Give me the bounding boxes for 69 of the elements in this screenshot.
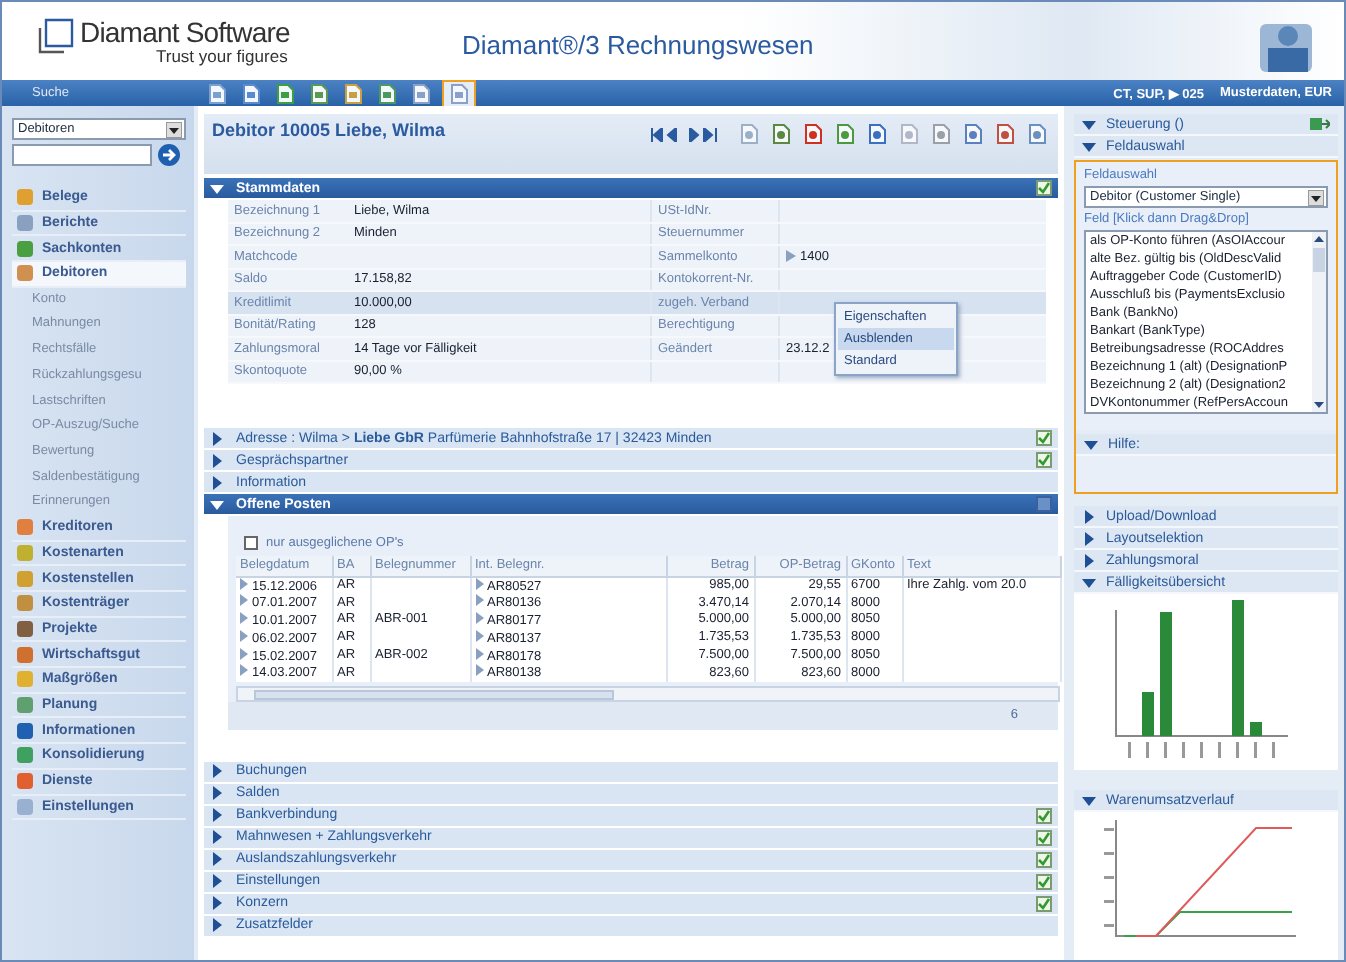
tile-icon [16, 772, 34, 791]
check-icon[interactable] [1036, 430, 1052, 446]
tile-icon [16, 264, 34, 283]
page-icon[interactable] [800, 122, 826, 146]
page-icon[interactable] [992, 122, 1018, 146]
tile-icon [16, 645, 34, 664]
collapse-icon[interactable] [1084, 437, 1098, 451]
page-icon[interactable] [374, 81, 400, 105]
collapse-icon[interactable] [1082, 793, 1096, 807]
slogan: Trust your figures [156, 47, 290, 65]
page-icon[interactable] [442, 79, 476, 107]
check-icon[interactable] [1036, 851, 1052, 868]
tile-icon [16, 670, 34, 689]
company-name: Diamant Software [80, 17, 290, 47]
expand-icon[interactable] [210, 808, 224, 823]
tile-icon [16, 214, 34, 233]
check-icon[interactable] [1036, 895, 1052, 912]
page-icon[interactable] [204, 81, 230, 105]
go-icon[interactable] [158, 144, 180, 166]
tile-icon [16, 746, 34, 765]
page-icon[interactable] [306, 81, 332, 105]
expand-icon[interactable] [1082, 509, 1096, 523]
page-icon[interactable] [768, 122, 794, 146]
check-icon[interactable] [1036, 807, 1052, 824]
page-icon[interactable] [340, 81, 366, 105]
expand-icon[interactable] [210, 918, 224, 933]
tile-icon [16, 797, 34, 816]
page-icon[interactable] [408, 81, 434, 105]
page-icon[interactable] [960, 122, 986, 146]
search-field[interactable] [12, 144, 152, 166]
field-list[interactable] [1084, 230, 1328, 414]
record-navigation-icon[interactable] [650, 127, 718, 141]
page-icon[interactable] [832, 122, 858, 146]
checkbox[interactable] [244, 535, 258, 549]
logo-icon [38, 17, 74, 53]
dropdown-icon[interactable] [1308, 189, 1324, 205]
expand-icon[interactable] [210, 786, 224, 801]
tile-icon [16, 569, 34, 588]
vertical-scrollbar[interactable] [1312, 232, 1326, 412]
page-icon[interactable] [272, 81, 298, 105]
tile-icon [16, 543, 34, 562]
page-icon[interactable] [864, 122, 890, 146]
expand-icon[interactable] [210, 431, 224, 445]
expand-icon[interactable] [210, 896, 224, 911]
tile-icon [16, 594, 34, 613]
check-icon[interactable] [1036, 452, 1052, 468]
check-icon[interactable] [1036, 180, 1052, 196]
tile-icon [16, 721, 34, 740]
expand-icon[interactable] [210, 874, 224, 889]
app-title: Diamant®/3 Rechnungswesen [462, 30, 814, 60]
tile-icon [16, 620, 34, 639]
expand-icon[interactable] [210, 764, 224, 779]
check-icon[interactable] [1036, 873, 1052, 890]
horizontal-scrollbar[interactable] [236, 685, 1060, 702]
page-icon[interactable] [1024, 122, 1050, 146]
expand-icon[interactable] [210, 830, 224, 845]
dropdown-icon[interactable] [166, 121, 182, 137]
page-icon[interactable] [928, 122, 954, 146]
collapse-icon[interactable] [210, 181, 224, 195]
tile-icon [16, 518, 34, 537]
expand-icon[interactable] [210, 852, 224, 867]
export-icon[interactable] [1310, 116, 1330, 132]
tile-icon [16, 239, 34, 258]
check-icon[interactable] [1036, 829, 1052, 846]
collapse-icon[interactable] [1082, 117, 1096, 131]
tile-icon [16, 696, 34, 715]
page-icon[interactable] [238, 81, 264, 105]
tile-icon [16, 188, 34, 207]
record-title: Debitor 10005 Liebe, Wilma [212, 120, 445, 140]
